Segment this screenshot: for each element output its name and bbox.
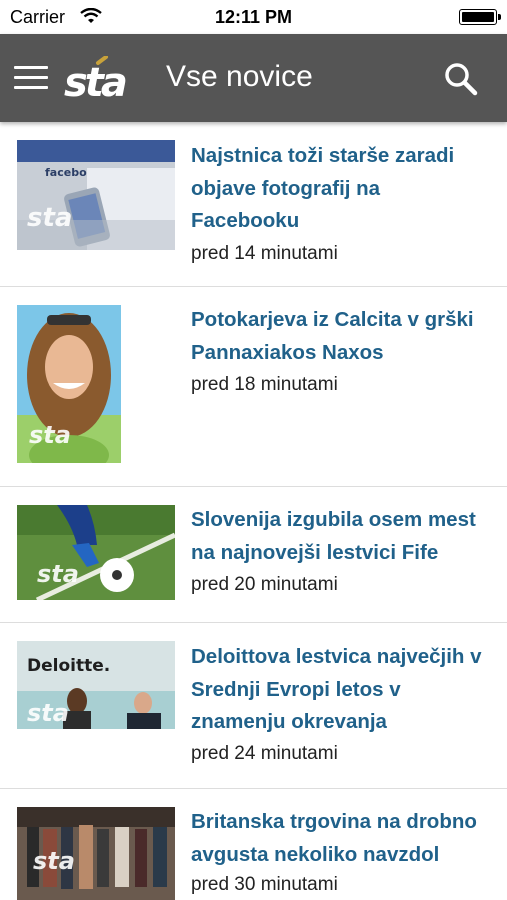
news-thumbnail: sta	[17, 305, 121, 463]
svg-text:sta: sta	[27, 699, 69, 727]
svg-text:Deloitte.: Deloitte.	[27, 656, 110, 676]
news-thumbnail: Deloitte. sta	[17, 641, 175, 745]
menu-icon[interactable]	[14, 66, 48, 90]
svg-text:sta: sta	[64, 60, 126, 102]
svg-text:sta: sta	[29, 421, 71, 449]
status-bar: Carrier 12:11 PM	[0, 0, 507, 34]
sta-logo[interactable]: sta	[62, 55, 144, 106]
svg-text:sta: sta	[27, 203, 72, 233]
app-header: sta Vse novice	[0, 34, 507, 122]
news-thumbnail: sta	[17, 505, 175, 600]
battery-icon	[459, 9, 501, 25]
news-item[interactable]: Deloitte. sta Deloittova lestvica največ…	[0, 623, 507, 789]
news-thumbnail: sta	[17, 807, 175, 900]
news-title[interactable]: Potokarjeva iz Calcita v grški Pannaxiak…	[191, 304, 491, 369]
news-item[interactable]: sta Potokarjeva iz Calcita v grški Panna…	[0, 287, 507, 487]
news-title[interactable]: Slovenija izgubila osem mest na najnovej…	[191, 504, 491, 569]
news-time: pred 30 minutami	[191, 874, 338, 895]
news-item[interactable]: facebook sta Najstnica toži starše zarad…	[0, 122, 507, 287]
news-title[interactable]: Najstnica toži starše zaradi objave foto…	[191, 140, 491, 238]
news-time: pred 20 minutami	[191, 574, 338, 595]
news-time: pred 14 minutami	[191, 243, 338, 264]
svg-text:sta: sta	[37, 560, 79, 588]
svg-text:sta: sta	[33, 847, 75, 875]
news-thumbnail: facebook sta	[17, 140, 175, 250]
page-title: Vse novice	[166, 60, 313, 93]
news-item[interactable]: sta Britanska trgovina na drobno avgusta…	[0, 789, 507, 900]
news-title[interactable]: Deloittova lestvica največjih v Srednji …	[191, 641, 491, 739]
news-item[interactable]: sta Slovenija izgubila osem mest na najn…	[0, 487, 507, 623]
news-time: pred 24 minutami	[191, 743, 338, 764]
news-title[interactable]: Britanska trgovina na drobno avgusta nek…	[191, 806, 491, 871]
search-icon[interactable]	[443, 61, 479, 97]
clock-label: 12:11 PM	[214, 7, 293, 27]
news-time: pred 18 minutami	[191, 374, 338, 395]
